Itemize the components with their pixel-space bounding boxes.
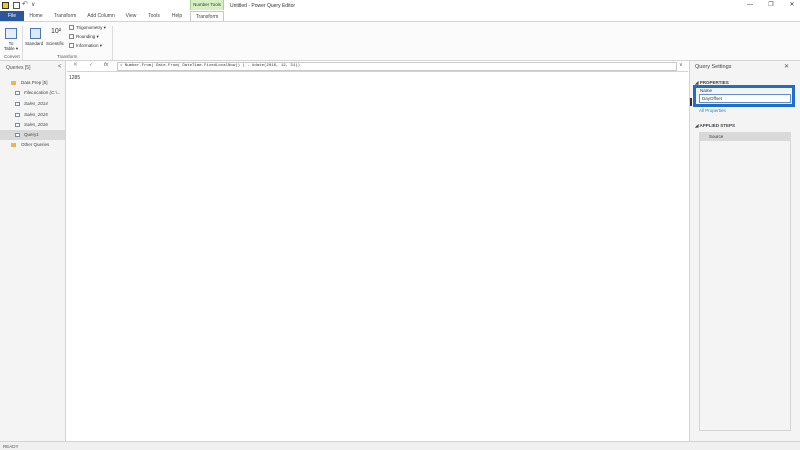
- to-table-button[interactable]: To Table ▾: [3, 41, 19, 51]
- tab-tools[interactable]: Tools: [144, 11, 164, 21]
- query-item-sales-2016[interactable]: Sales_2016: [0, 120, 65, 130]
- trigonometry-icon: [69, 25, 74, 31]
- list-item-label: Sales_2016: [24, 122, 48, 127]
- all-properties-link[interactable]: All Properties: [699, 108, 726, 113]
- power-query-editor-window: ↶ ∨ Number Tools Untitled - Power Query …: [0, 0, 800, 450]
- standard-button[interactable]: Standard: [25, 41, 43, 46]
- applied-step-source[interactable]: Source: [699, 132, 791, 141]
- status-text: READY: [3, 444, 19, 449]
- formula-input[interactable]: = Number.From( Date.From( DateTime.Fixed…: [117, 62, 677, 71]
- close-window-button[interactable]: ✕: [787, 1, 797, 10]
- standard-icon[interactable]: [30, 28, 41, 39]
- collapse-pane-button[interactable]: <: [58, 64, 62, 70]
- name-field[interactable]: DayOffset: [699, 94, 791, 103]
- properties-header[interactable]: ◢ PROPERTIES: [695, 80, 729, 86]
- query-item-sales-2014[interactable]: Sales_2014: [0, 99, 65, 109]
- list-item-label: Sales_2014: [24, 101, 48, 106]
- query-item-sales-2015[interactable]: Sales_2015: [0, 110, 65, 120]
- queries-header: Queries [5]: [6, 65, 31, 71]
- rounding-label: Rounding ▾: [76, 34, 99, 39]
- save-icon[interactable]: [13, 2, 20, 9]
- group-separator: [22, 26, 23, 60]
- query-settings-title: Query Settings: [695, 64, 732, 70]
- fx-icon[interactable]: fx: [104, 62, 108, 68]
- group-separator: [112, 26, 113, 60]
- information-menu[interactable]: Information ▾: [69, 42, 102, 49]
- tab-number-tools-transform[interactable]: Transform: [190, 11, 224, 21]
- queries-pane: Queries [5] < Data Prep [5] FileLocation…: [0, 61, 66, 441]
- name-label: Name: [700, 88, 713, 93]
- tab-help[interactable]: Help: [168, 11, 186, 21]
- list-item-label: Data Prep [5]: [21, 80, 48, 85]
- ribbon: To Table ▾ Convert Standard 10² Scientif…: [0, 21, 800, 61]
- folder-icon: [11, 143, 16, 147]
- query-item-query1[interactable]: Query1: [0, 130, 65, 140]
- commit-formula-icon[interactable]: ✓: [89, 62, 94, 68]
- parameter-icon: [15, 91, 20, 95]
- information-icon: [69, 43, 74, 49]
- status-bar: READY: [0, 441, 800, 450]
- scientific-button[interactable]: Scientific: [46, 41, 64, 46]
- text-cursor-icon: [690, 98, 692, 106]
- query-settings-pane: Query Settings ✕ ◢ PROPERTIES Name DayOf…: [689, 61, 800, 441]
- rounding-icon: [69, 34, 74, 40]
- to-table-icon[interactable]: [5, 28, 17, 39]
- list-item-label: FileLocation (C:\...: [24, 90, 61, 95]
- scientific-icon[interactable]: 10²: [51, 28, 61, 35]
- tab-home[interactable]: Home: [26, 11, 46, 21]
- list-item-label: Other Queries: [21, 142, 50, 147]
- applied-steps-list: [699, 141, 791, 431]
- expand-formula-icon[interactable]: ∨: [679, 62, 683, 68]
- minimize-button[interactable]: —: [745, 1, 755, 10]
- folder-icon: [11, 81, 16, 85]
- query-icon: [15, 133, 20, 137]
- group-label-convert: Convert: [4, 54, 20, 59]
- tab-transform[interactable]: Transform: [50, 11, 80, 21]
- title-bar: ↶ ∨ Number Tools Untitled - Power Query …: [0, 0, 800, 11]
- context-tab-header: Number Tools: [190, 0, 224, 10]
- table-icon: [15, 123, 20, 127]
- trigonometry-label: Trigonometry ▾: [76, 25, 106, 30]
- tab-view[interactable]: View: [122, 11, 140, 21]
- maximize-button[interactable]: ❐: [766, 1, 776, 10]
- window-title: Untitled - Power Query Editor: [230, 3, 296, 9]
- table-icon: [15, 102, 20, 106]
- result-area: 1285: [67, 73, 688, 441]
- applied-steps-header[interactable]: ◢ APPLIED STEPS: [695, 123, 735, 129]
- close-settings-icon[interactable]: ✕: [784, 63, 789, 70]
- cancel-formula-icon[interactable]: ✕: [73, 62, 78, 68]
- query-group-data-prep[interactable]: Data Prep [5]: [0, 78, 65, 88]
- rounding-menu[interactable]: Rounding ▾: [69, 33, 99, 40]
- trigonometry-menu[interactable]: Trigonometry ▾: [69, 24, 106, 31]
- tab-file[interactable]: File: [0, 11, 24, 21]
- result-value[interactable]: 1285: [69, 75, 80, 81]
- query-group-other-queries[interactable]: Other Queries: [0, 140, 65, 150]
- table-icon: [15, 113, 20, 117]
- ribbon-tabs: File Home Transform Add Column View Tool…: [0, 11, 800, 21]
- query-item-filelocation[interactable]: FileLocation (C:\...: [0, 88, 65, 98]
- tab-add-column[interactable]: Add Column: [84, 11, 118, 21]
- information-label: Information ▾: [76, 43, 103, 48]
- undo-icon[interactable]: ↶: [22, 1, 29, 9]
- list-item-label: Sales_2015: [24, 112, 48, 117]
- list-item-label: Query1: [24, 132, 39, 137]
- group-label-transform: Transform: [57, 54, 78, 59]
- quick-access-dropdown-icon[interactable]: ∨: [31, 2, 38, 9]
- powerbi-logo-icon: [2, 2, 9, 9]
- formula-bar: ✕ ✓ fx = Number.From( Date.From( DateTim…: [67, 61, 688, 72]
